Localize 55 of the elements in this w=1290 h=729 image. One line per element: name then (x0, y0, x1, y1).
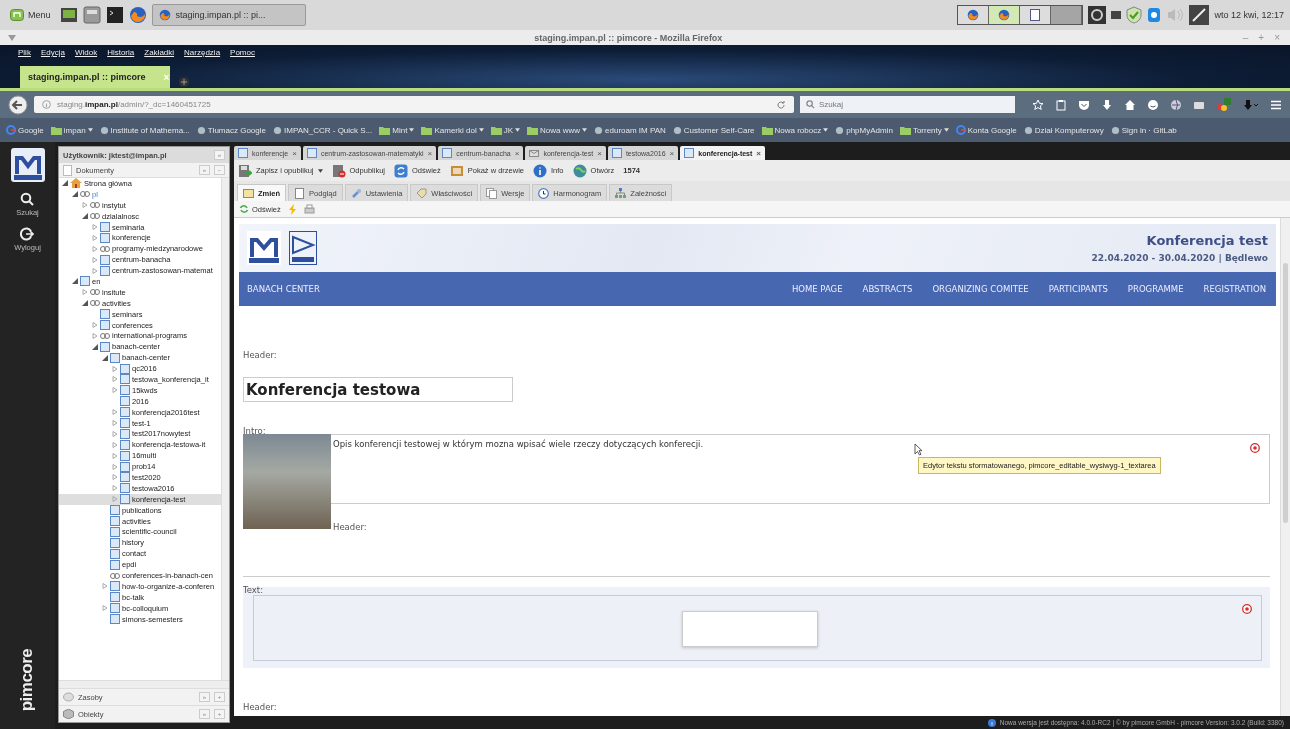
bookmark[interactable]: Nowa www (527, 125, 588, 135)
title-input-field[interactable]: Konferencja testowa (243, 377, 513, 402)
bookmark[interactable]: Konta Google (955, 125, 1017, 135)
clock[interactable]: wto 12 kwi, 12:17 (1214, 10, 1284, 20)
bookmark[interactable]: JK (490, 125, 521, 135)
close-tab-button[interactable]: × (514, 148, 520, 158)
close-tab-button[interactable]: × (597, 148, 602, 158)
site-nav-link[interactable]: PROGRAMME (1127, 284, 1184, 294)
bookmark[interactable]: Dział Komputerowy (1023, 125, 1104, 135)
menu-item[interactable]: Widok (74, 48, 98, 57)
close-tab-button[interactable]: × (669, 148, 675, 158)
menu-button[interactable]: Menu (6, 7, 55, 23)
close-tab-button[interactable]: × (756, 148, 761, 158)
site-title: Konferencja test (1146, 233, 1268, 248)
intro-text: Opis konferencji testowej w którym mozna wpisać wiele rzeczy dotyczących konferecji. (333, 439, 704, 449)
menu-item[interactable]: Narzędzia (184, 48, 221, 57)
site-nav-link[interactable]: PARTICIPANTS (1048, 284, 1108, 294)
bookmark[interactable]: impan (50, 125, 93, 135)
site-brand-link[interactable]: BANACH CENTER (247, 284, 320, 294)
site-nav-link[interactable]: HOME PAGE (791, 284, 843, 294)
close-tab-button[interactable]: × (292, 148, 297, 158)
bookmark[interactable]: Kamerki dol (421, 125, 484, 135)
menu-item[interactable]: Edycja (40, 48, 65, 57)
bookmark[interactable]: Tłumacz Google (196, 125, 266, 135)
site-nav-link[interactable]: ORGANIZING COMITEE (932, 284, 1029, 294)
field-label: Header: (243, 702, 278, 712)
field-label: Header: (243, 350, 278, 360)
search-input[interactable]: Szukaj (819, 100, 999, 109)
bookmark[interactable]: Sign in · GitLab (1110, 125, 1177, 135)
bookmark[interactable]: Google (6, 125, 44, 135)
site-nav-link[interactable]: ABSTRACTS (862, 284, 913, 294)
bookmark[interactable]: Institute of Mathema... (99, 125, 190, 135)
site-nav-link[interactable]: REGISTRATION (1203, 284, 1266, 294)
field-label: Text: (243, 585, 265, 595)
browser-tab[interactable]: staging.impan.pl :: pimcore × (20, 66, 170, 88)
search-field[interactable]: Szukaj (800, 96, 1015, 113)
window-title: staging.impan.pl :: pimcore - Mozilla Firefox (533, 32, 724, 43)
bookmark[interactable]: Torrenty (899, 125, 949, 135)
bookmark[interactable]: Customer Self-Care (672, 125, 755, 135)
field-label: Intro: (243, 426, 267, 436)
address-bar[interactable]: staging.impan.pl/admin/?_dc=1460451725 (34, 96, 794, 113)
close-tab-button[interactable]: × (427, 148, 433, 158)
taskbar-window-button[interactable]: staging.impan.pl :: pi... (151, 4, 306, 26)
bookmark[interactable]: phpMyAdmin (835, 125, 893, 135)
site-dates: 22.04.2020 - 30.04.2020 | Będlewo (1091, 253, 1268, 263)
menu-item[interactable]: Pomoc (230, 48, 255, 57)
brand-logo-text: pimcore (17, 648, 38, 712)
menu-item[interactable]: Historia (107, 48, 135, 57)
menu-item[interactable]: Zakładki (144, 48, 175, 57)
field-label: Header: (333, 522, 368, 532)
bookmark[interactable]: Mint (379, 125, 415, 135)
menu-item[interactable]: Plik (18, 48, 31, 57)
bookmark[interactable]: Nowa robocz (761, 125, 829, 135)
bookmark[interactable]: IMPAN_CCR - Quick S... (273, 125, 373, 135)
bookmark[interactable]: eduroam IM PAN (594, 125, 666, 135)
